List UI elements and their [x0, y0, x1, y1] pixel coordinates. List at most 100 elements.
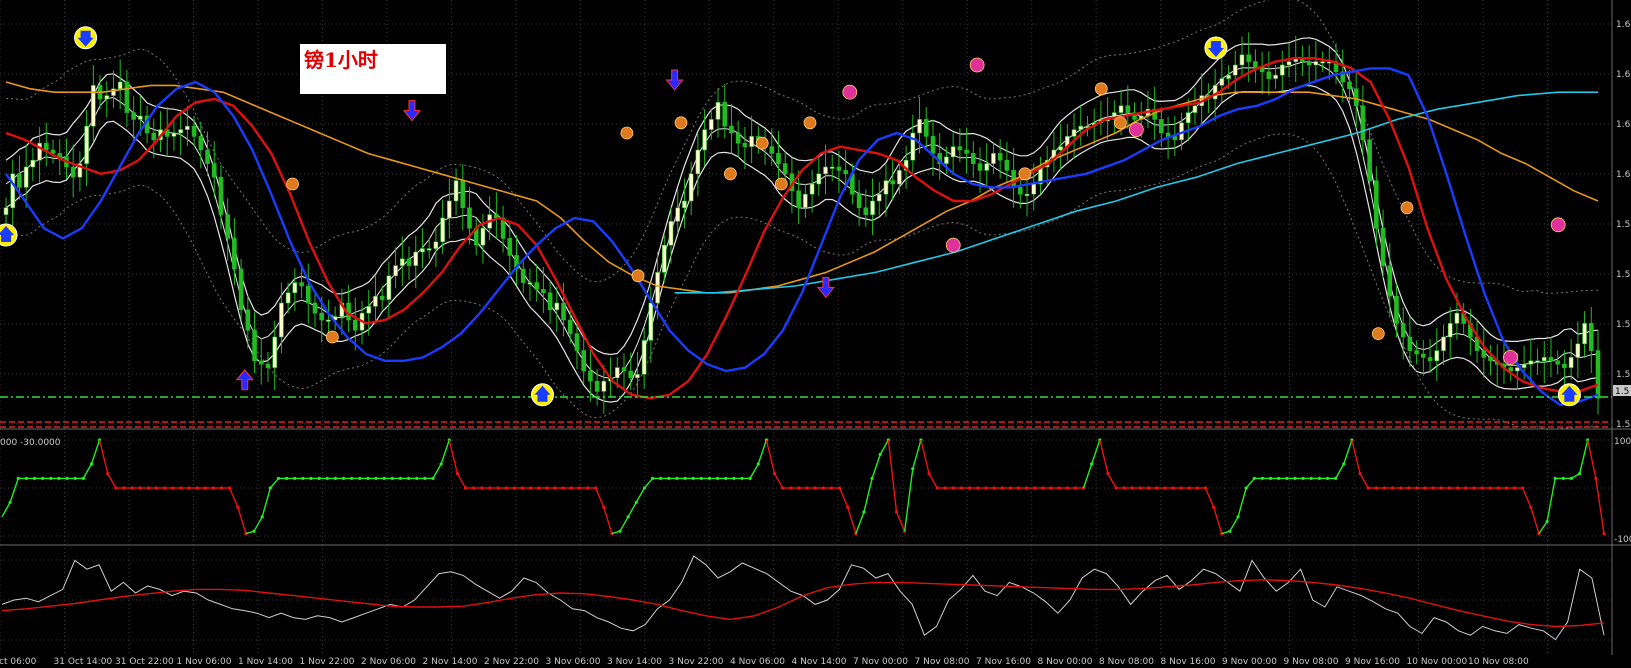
candle-body: [453, 180, 459, 202]
candle-body: [299, 282, 304, 287]
candle-body: [43, 142, 49, 151]
candle-body: [1481, 350, 1487, 358]
orange-signal-dot: [1018, 167, 1032, 181]
candle-body: [567, 319, 573, 334]
osc-segment: [863, 478, 873, 513]
candle-body: [104, 95, 110, 100]
candle-body: [1380, 227, 1386, 266]
orange-signal-dot: [674, 116, 688, 130]
candle-body: [991, 153, 996, 164]
osc-axis-label: -100: [1614, 535, 1631, 545]
candle-body: [950, 146, 956, 158]
osc-segment: [1578, 439, 1589, 474]
candle-body: [944, 156, 949, 164]
candle-body: [1535, 360, 1540, 363]
candle-body: [1528, 360, 1534, 365]
candle-body: [635, 374, 640, 379]
candle-body: [379, 295, 385, 300]
candle-body: [1360, 105, 1366, 141]
osc-segment: [1107, 473, 1117, 489]
osc-segment: [1343, 439, 1353, 465]
candle-body: [594, 380, 600, 392]
candle-body: [1447, 323, 1453, 338]
candle-body: [10, 173, 16, 209]
time-axis-label: 3 Nov 06:00: [546, 657, 601, 667]
candle-body: [433, 241, 439, 249]
candle-body: [84, 125, 89, 164]
osc-params-label: 000 -30.0000: [0, 438, 61, 448]
candle-body: [292, 282, 298, 294]
orange-signal-dot: [325, 330, 339, 344]
momentum-panel: [1, 555, 1605, 641]
osc-segment: [229, 487, 239, 508]
candle-body: [997, 153, 1003, 161]
candle-body: [1562, 363, 1567, 368]
osc-segment: [1082, 463, 1093, 489]
price-axis-label: 1.5: [1616, 370, 1630, 380]
candle-body: [1400, 323, 1406, 338]
candle-body: [151, 132, 157, 141]
orange-signal-dot: [1094, 82, 1108, 96]
envelope-bands: [5, 0, 1599, 430]
osc-segment: [635, 487, 646, 503]
time-axis-label: 7 Nov 08:00: [915, 657, 970, 667]
candle-body: [447, 200, 452, 219]
osc-segment: [1546, 478, 1556, 522]
time-axis-label: 2 Nov 06:00: [361, 657, 416, 667]
time-axis-label: 7 Nov 00:00: [853, 657, 908, 667]
price-axis-label: 1.5: [1616, 270, 1630, 280]
candle-body: [460, 180, 466, 209]
price-axis-label: 1.5: [1616, 320, 1630, 330]
buy-arrow-icon: [531, 383, 555, 407]
ma-line-red: [5, 57, 1599, 400]
candle-body: [1259, 68, 1265, 73]
candle-body: [816, 173, 822, 185]
ma-line-orange: [5, 81, 1599, 294]
momentum-line: [1, 555, 1605, 641]
candle-body: [1286, 61, 1292, 66]
candle-body: [527, 282, 533, 285]
moving-averages: [5, 57, 1599, 407]
trading-chart[interactable]: 1.6 1.6 1.6 1.6 1.5 1.5 1.5 1.5 1.5 1.5 100 -100 000…: [0, 0, 1631, 668]
candle-body: [648, 302, 654, 341]
candle-body: [581, 350, 586, 372]
osc-segment: [1359, 473, 1369, 489]
candle-body: [352, 319, 358, 331]
candle-body: [970, 153, 976, 164]
candle-body: [480, 227, 486, 246]
candle-body: [1273, 74, 1278, 79]
candle-body: [843, 170, 848, 175]
candle-body: [285, 292, 291, 304]
time-axis-label: 4 Nov 14:00: [792, 657, 847, 667]
candle-body: [117, 81, 123, 90]
candle-body: [930, 136, 936, 154]
candle-body: [661, 244, 667, 273]
candle-body: [30, 159, 36, 168]
candle-body: [238, 268, 244, 311]
candle-body: [675, 207, 681, 222]
candle-body: [809, 183, 815, 195]
osc-segment: [1099, 439, 1109, 474]
envelope-mid: [5, 61, 1599, 379]
candle-body: [1427, 357, 1433, 362]
candle-body: [829, 166, 835, 169]
candle-body: [1548, 357, 1554, 362]
magenta-signal-dot: [842, 84, 858, 100]
candle-body: [628, 370, 634, 379]
price-tag: 1.5: [1615, 387, 1629, 397]
arrow-glyph: [402, 100, 422, 122]
orange-signal-dot: [774, 177, 788, 191]
time-axis-label: 9 Nov 08:00: [1284, 657, 1339, 667]
candle-body: [225, 214, 230, 239]
osc-segment: [253, 516, 263, 532]
candle-body: [1414, 350, 1419, 355]
candle-body: [641, 340, 647, 375]
osc-segment: [603, 506, 613, 534]
candle-body: [1071, 129, 1077, 137]
candle-body: [252, 329, 257, 362]
candle-body: [984, 163, 990, 171]
time-axis-label: 7 Nov 16:00: [976, 657, 1031, 667]
osc-segment: [440, 439, 450, 465]
candle-body: [709, 119, 714, 130]
candle-body: [1018, 187, 1023, 195]
